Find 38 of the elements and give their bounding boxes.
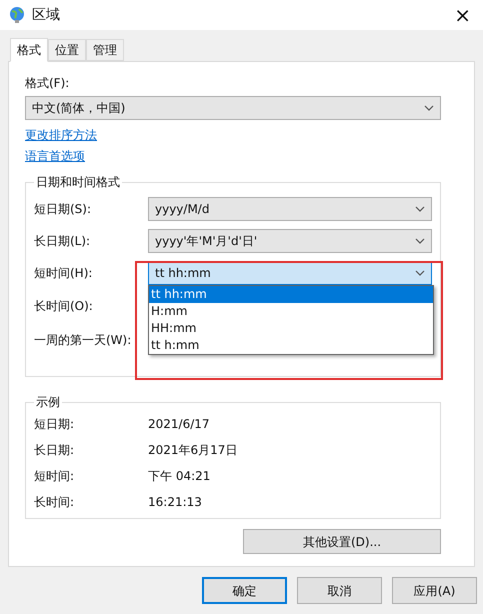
field-label: 短日期(S): xyxy=(34,201,92,218)
field-label: 长时间(O): xyxy=(34,298,94,315)
dialog-button[interactable]: 应用(A) xyxy=(392,577,477,604)
dropdown-option[interactable]: HH:mm xyxy=(149,320,433,337)
field-label: 长日期(L): xyxy=(34,233,92,250)
example-label: 短时间: xyxy=(34,468,76,485)
example-value: 2021年6月17日 xyxy=(148,442,238,459)
chevron-down-icon xyxy=(415,270,425,276)
dialog-button[interactable]: 取消 xyxy=(297,577,382,604)
dropdown-option[interactable]: tt hh:mm xyxy=(149,286,433,303)
example-value: 16:21:13 xyxy=(148,494,202,511)
field-label: 格式(F): xyxy=(25,75,70,92)
dropdown-field[interactable]: yyyy/M/d xyxy=(148,197,432,221)
example-value: 2021/6/17 xyxy=(148,416,210,433)
dropdown-option[interactable]: tt h:mm xyxy=(149,337,433,354)
tab[interactable]: 位置 xyxy=(48,39,86,61)
group-title: 日期和时间格式 xyxy=(35,174,121,191)
dropdown-field[interactable]: yyyy'年'M'月'd'日' xyxy=(148,229,432,253)
group-title: 示例 xyxy=(35,394,61,411)
field-label: 短时间(H): xyxy=(34,265,94,282)
example-label: 长时间: xyxy=(34,494,76,511)
window-title: 区域 xyxy=(32,6,60,24)
globe-icon xyxy=(8,6,26,24)
field-label: 一周的第一天(W): xyxy=(34,332,132,349)
chevron-down-icon xyxy=(415,238,425,244)
close-button[interactable]: × xyxy=(454,5,471,25)
tab[interactable]: 管理 xyxy=(86,39,124,61)
dialog-button[interactable]: 确定 xyxy=(202,577,287,604)
chevron-down-icon xyxy=(415,206,425,212)
tab[interactable]: 格式 xyxy=(10,38,48,62)
example-label: 长日期: xyxy=(34,442,76,459)
example-value: 下午 04:21 xyxy=(148,468,210,485)
dropdown-field[interactable]: tt hh:mm xyxy=(148,261,432,285)
dropdown-option[interactable]: H:mm xyxy=(149,303,433,320)
additional-settings-button[interactable]: 其他设置(D)... xyxy=(243,529,441,554)
chevron-down-icon xyxy=(424,105,434,111)
example-label: 短日期: xyxy=(34,416,76,433)
dropdown-field[interactable]: 中文(简体，中国) xyxy=(25,96,441,120)
